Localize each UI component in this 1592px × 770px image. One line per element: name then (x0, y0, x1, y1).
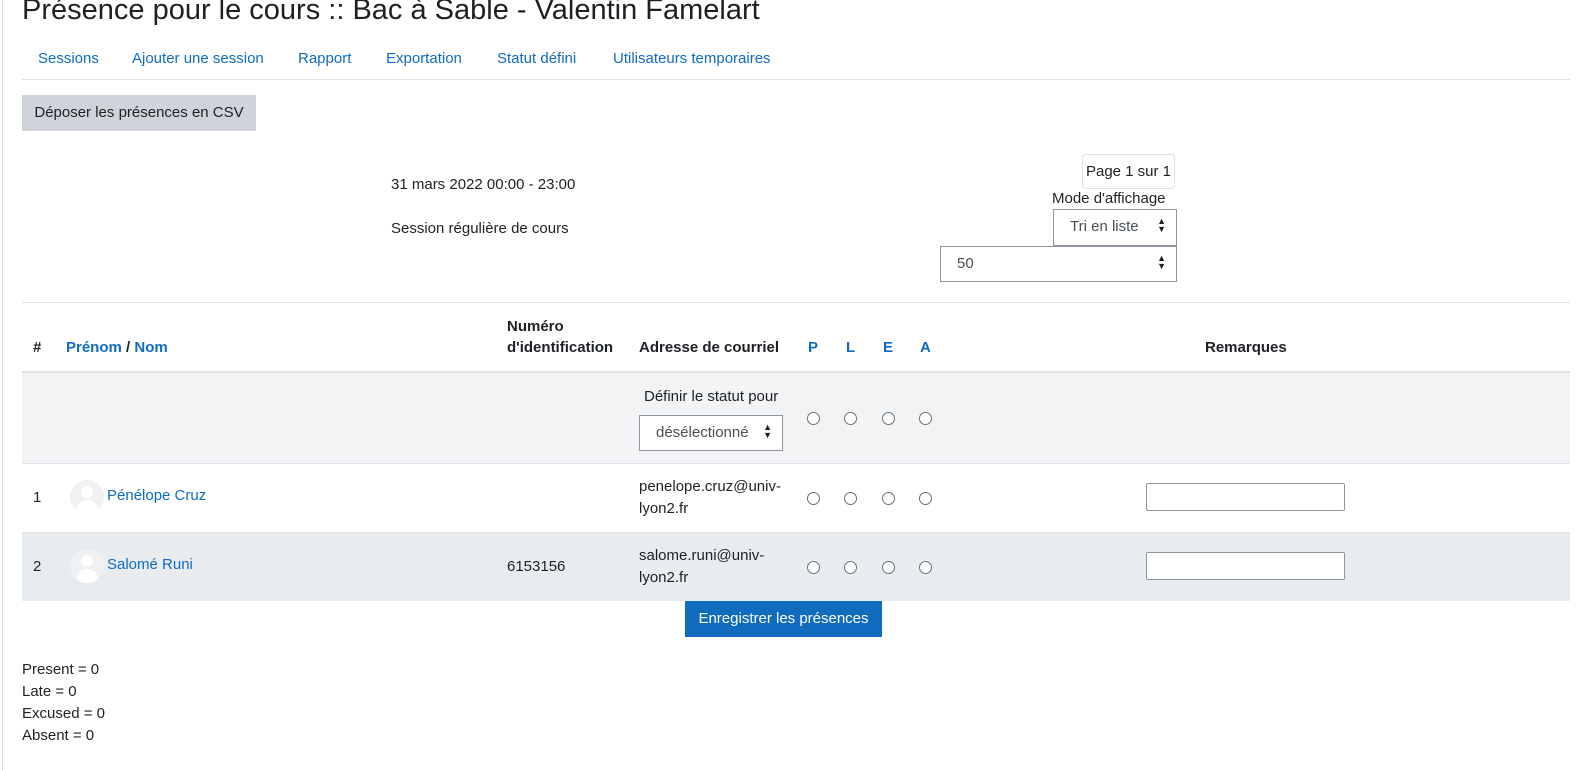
radio-present[interactable] (807, 492, 820, 505)
avatar[interactable] (70, 480, 104, 514)
bulk-status-select[interactable]: désélectionné ▲ ▼ (639, 415, 783, 451)
sort-lastname-link[interactable]: Nom (134, 339, 167, 356)
view-mode-label: Mode d'affichage (1052, 190, 1166, 207)
radio-late[interactable] (844, 561, 857, 574)
bulk-radio-present[interactable] (807, 412, 820, 425)
tab-report[interactable]: Rapport (298, 50, 351, 67)
student-email-line2: lyon2.fr (639, 500, 689, 517)
attendance-tabs: Sessions Ajouter une session Rapport Exp… (22, 40, 1570, 80)
radio-absent[interactable] (919, 561, 932, 574)
sort-firstname-link[interactable]: Prénom (66, 339, 122, 356)
session-description: Session régulière de cours (391, 220, 569, 237)
status-excused-link[interactable]: E (883, 339, 893, 356)
per-page-value: 50 (957, 255, 974, 272)
tab-temporary-users[interactable]: Utilisateurs temporaires (613, 50, 771, 67)
divider (22, 302, 1570, 303)
row-number: 1 (33, 489, 42, 506)
per-page-select[interactable]: 50 ▲ ▼ (940, 246, 1177, 282)
remarks-input[interactable] (1146, 483, 1345, 511)
student-email-line1: salome.runi@univ- (639, 547, 765, 564)
status-late-link[interactable]: L (846, 339, 855, 356)
avatar[interactable] (70, 549, 104, 583)
header-idnumber-line2: d'identification (507, 339, 614, 356)
summary-late: Late = 0 (22, 683, 77, 700)
view-mode-value: Tri en liste (1070, 218, 1139, 235)
upload-csv-button[interactable]: Déposer les présences en CSV (22, 95, 256, 131)
tab-sessions[interactable]: Sessions (38, 50, 99, 67)
header-remarks: Remarques (1205, 339, 1287, 356)
summary-absent: Absent = 0 (22, 727, 95, 744)
select-arrows-icon: ▲ ▼ (763, 422, 772, 440)
bulk-status-value: désélectionné (656, 424, 749, 441)
radio-absent[interactable] (919, 492, 932, 505)
save-attendance-button[interactable]: Enregistrer les présences (685, 601, 882, 637)
bulk-radio-late[interactable] (844, 412, 857, 425)
status-present-link[interactable]: P (808, 339, 818, 356)
student-idnumber: 6153156 (507, 558, 566, 575)
header-number: # (33, 339, 42, 356)
row-number: 2 (33, 558, 42, 575)
view-mode-select[interactable]: Tri en liste ▲ ▼ (1053, 209, 1177, 246)
student-email-line2: lyon2.fr (639, 569, 689, 586)
tab-status-set[interactable]: Statut défini (497, 50, 576, 67)
tab-export[interactable]: Exportation (386, 50, 462, 67)
student-name-link[interactable]: Salomé Runi (107, 556, 193, 573)
name-separator: / (126, 339, 131, 356)
radio-present[interactable] (807, 561, 820, 574)
radio-late[interactable] (844, 492, 857, 505)
select-arrows-icon: ▲ ▼ (1157, 253, 1166, 271)
bulk-status-label: Définir le statut pour (644, 388, 779, 405)
select-arrows-icon: ▲ ▼ (1157, 216, 1166, 234)
header-email: Adresse de courriel (639, 339, 780, 356)
session-date: 31 mars 2022 00:00 - 23:00 (391, 176, 576, 193)
bulk-status-row (22, 373, 1570, 463)
student-email-line1: penelope.cruz@univ- (639, 478, 781, 495)
tab-add-session[interactable]: Ajouter une session (132, 50, 264, 67)
bulk-radio-excused[interactable] (882, 412, 895, 425)
header-idnumber-line1: Numéro (507, 318, 564, 335)
bulk-radio-absent[interactable] (919, 412, 932, 425)
remarks-input[interactable] (1146, 552, 1345, 580)
page-indicator[interactable]: Page 1 sur 1 (1082, 154, 1175, 189)
student-name-link[interactable]: Pénélope Cruz (107, 487, 206, 504)
summary-present: Present = 0 (22, 661, 100, 678)
header-name: Prénom / Nom (66, 339, 168, 356)
summary-excused: Excused = 0 (22, 705, 105, 722)
status-absent-link[interactable]: A (920, 339, 931, 356)
page-title: Présence pour le cours :: Bac à Sable - … (22, 0, 760, 26)
radio-excused[interactable] (882, 492, 895, 505)
radio-excused[interactable] (882, 561, 895, 574)
